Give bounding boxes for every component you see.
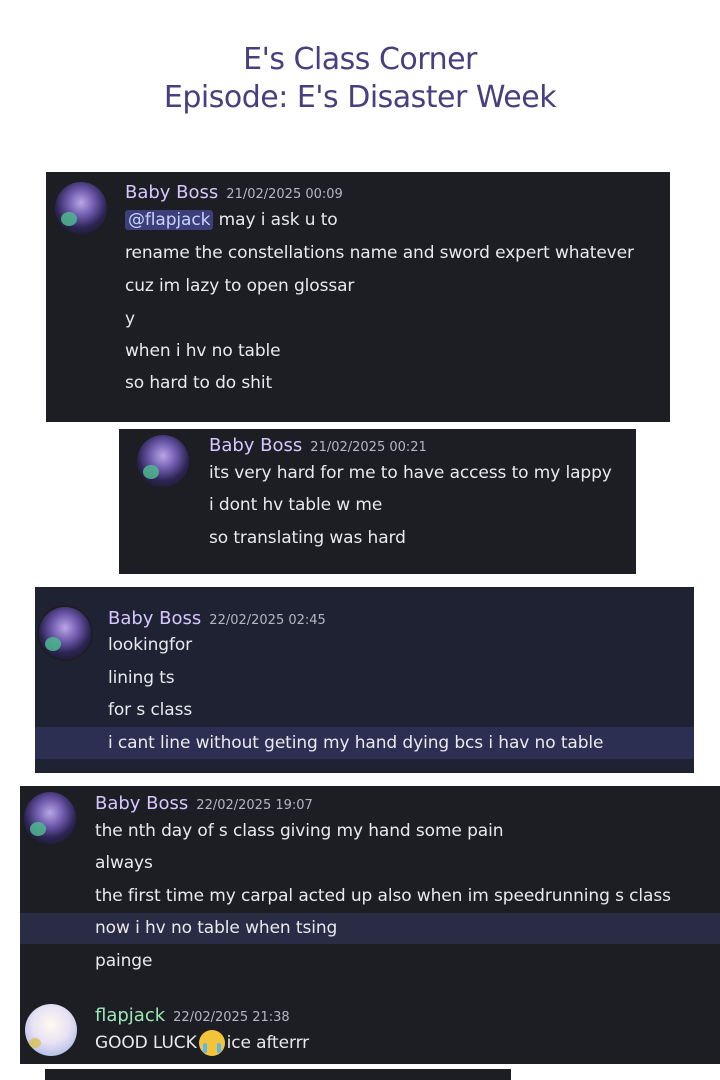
timestamp: 22/02/2025 02:45 [209, 613, 326, 628]
message-line: cuz im lazy to open glossar [125, 276, 355, 296]
message-text: may i ask u to [213, 210, 338, 230]
username[interactable]: Baby Boss [108, 608, 201, 629]
message-line: painge [95, 951, 153, 971]
message-line: now i hv no table when tsing [95, 918, 338, 938]
username[interactable]: Baby Boss [209, 435, 302, 456]
timestamp: 21/02/2025 00:09 [226, 187, 343, 202]
message-line: GOOD LUCK ice afterrr [95, 1030, 309, 1056]
message-header: flapjack 22/02/2025 21:38 [95, 1005, 290, 1026]
page-title-line-2: Episode: E's Disaster Week [163, 80, 557, 115]
message-line: so translating was hard [209, 528, 406, 548]
message-line: y [125, 309, 135, 329]
message-header: Baby Boss 21/02/2025 00:09 [125, 182, 343, 203]
username[interactable]: Baby Boss [95, 793, 188, 814]
timestamp: 22/02/2025 21:38 [173, 1010, 290, 1025]
message-text: ice afterrr [226, 1033, 310, 1053]
username[interactable]: flapjack [95, 1005, 165, 1026]
message-line: its very hard for me to have access to m… [209, 463, 612, 483]
avatar[interactable] [55, 182, 107, 234]
message-header: Baby Boss 22/02/2025 19:07 [95, 793, 313, 814]
message-line: i cant line without geting my hand dying… [108, 733, 604, 753]
message-line: lining ts [108, 668, 175, 688]
message-line: always [95, 853, 153, 873]
message-line: so hard to do shit [125, 373, 273, 393]
user-mention[interactable]: @flapjack [125, 210, 214, 230]
message-text: GOOD LUCK [95, 1033, 197, 1053]
message-line: i dont hv table w me [209, 495, 383, 515]
message-line: lookingfor [108, 635, 193, 655]
message-line: the nth day of s class giving my hand so… [95, 821, 504, 841]
chat-screenshot-5-partial [45, 1069, 511, 1080]
message-header: Baby Boss 21/02/2025 00:21 [209, 435, 427, 456]
timestamp: 22/02/2025 19:07 [196, 798, 313, 813]
message-line: for s class [108, 700, 193, 720]
chat-screenshot-3: Baby Boss 22/02/2025 02:45 lookingfor lin… [35, 587, 694, 773]
loudly-crying-face-icon [198, 1030, 225, 1056]
chat-screenshot-1: Baby Boss 21/02/2025 00:09 @flapjack may … [46, 172, 670, 422]
chat-screenshot-2: Baby Boss 21/02/2025 00:21 its very hard … [119, 429, 636, 574]
avatar[interactable] [137, 435, 189, 487]
page-title-line-1: E's Class Corner [243, 42, 477, 77]
message-line: the first time my carpal acted up also w… [95, 886, 671, 906]
avatar[interactable] [25, 1004, 77, 1056]
avatar[interactable] [24, 792, 76, 844]
chat-screenshot-4: Baby Boss 22/02/2025 19:07 the nth day of… [20, 786, 720, 1064]
message-header: Baby Boss 22/02/2025 02:45 [108, 608, 326, 629]
avatar[interactable] [39, 607, 91, 659]
message-line: when i hv no table [125, 341, 281, 361]
message-line: rename the constellations name and sword… [125, 243, 634, 263]
timestamp: 21/02/2025 00:21 [310, 440, 427, 455]
username[interactable]: Baby Boss [125, 182, 218, 203]
message-line: @flapjack may i ask u to [125, 210, 338, 230]
